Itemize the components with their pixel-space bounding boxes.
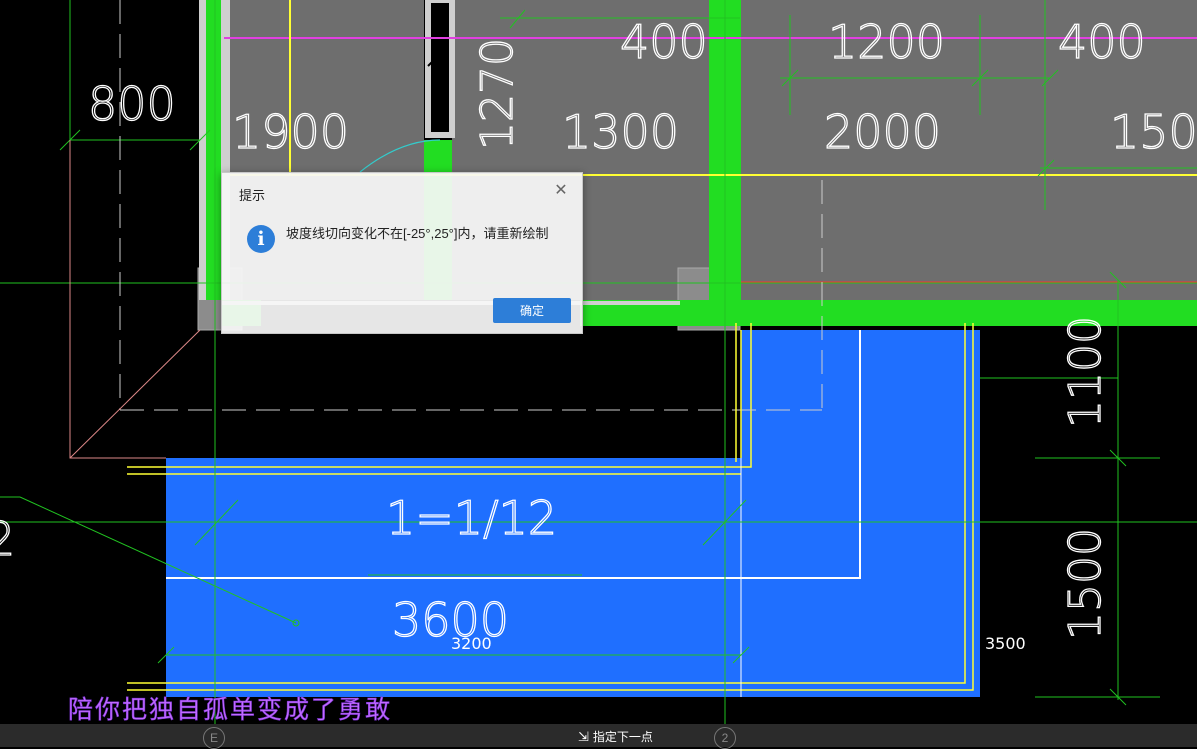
dim-1270: 1270: [472, 38, 523, 150]
dim-400-right: 400: [1058, 15, 1146, 69]
dim-1500-vertical: 1500: [1060, 528, 1111, 640]
dim-2000: 2000: [824, 105, 941, 159]
ramp-edge: [127, 323, 752, 468]
dim-1500-right: 1500: [1110, 105, 1197, 159]
dim-3200: 3200: [451, 634, 492, 653]
dim-1200: 1200: [828, 15, 945, 69]
dim-1900: 1900: [232, 105, 349, 159]
dialog-message: 坡度线切向变化不在[-25°,25°]内，请重新绘制: [286, 226, 549, 241]
cursor-snap-icon: ⇲: [578, 728, 589, 744]
dim-3500: 3500: [985, 634, 1026, 653]
dim-400-left: 400: [620, 15, 708, 69]
outline-pink: [69, 329, 201, 459]
edge-digit: 2: [0, 512, 15, 566]
wall-outline: [425, 0, 455, 138]
command-prompt-text: 指定下一点: [592, 730, 653, 744]
dialog-title: 提示: [239, 188, 266, 203]
info-icon: i: [247, 225, 275, 253]
cad-drawing-canvas[interactable]: 400 1200 400 800 1900 1270 1300 2000 150…: [0, 0, 1197, 747]
alert-dialog[interactable]: 提示 ✕ i 坡度线切向变化不在[-25°,25°]内，请重新绘制 确定: [221, 172, 583, 334]
dim-1100: 1100: [1060, 316, 1111, 428]
axis-bubble-2: 2: [714, 727, 736, 749]
dim-1300: 1300: [562, 105, 679, 159]
ramp-area: [166, 330, 980, 697]
dim-800: 800: [88, 77, 176, 131]
wall-left: [205, 0, 221, 300]
wall-outline: [199, 0, 206, 300]
slope-label: 1=1/12: [386, 491, 557, 545]
close-icon[interactable]: ✕: [552, 182, 570, 200]
ok-button[interactable]: 确定: [493, 298, 571, 323]
lyric-overlay: 陪你把独自孤单变成了勇敢: [68, 695, 393, 725]
axis-bubble-e: E: [203, 727, 225, 749]
command-prompt: ⇲ 指定下一点: [578, 728, 653, 745]
